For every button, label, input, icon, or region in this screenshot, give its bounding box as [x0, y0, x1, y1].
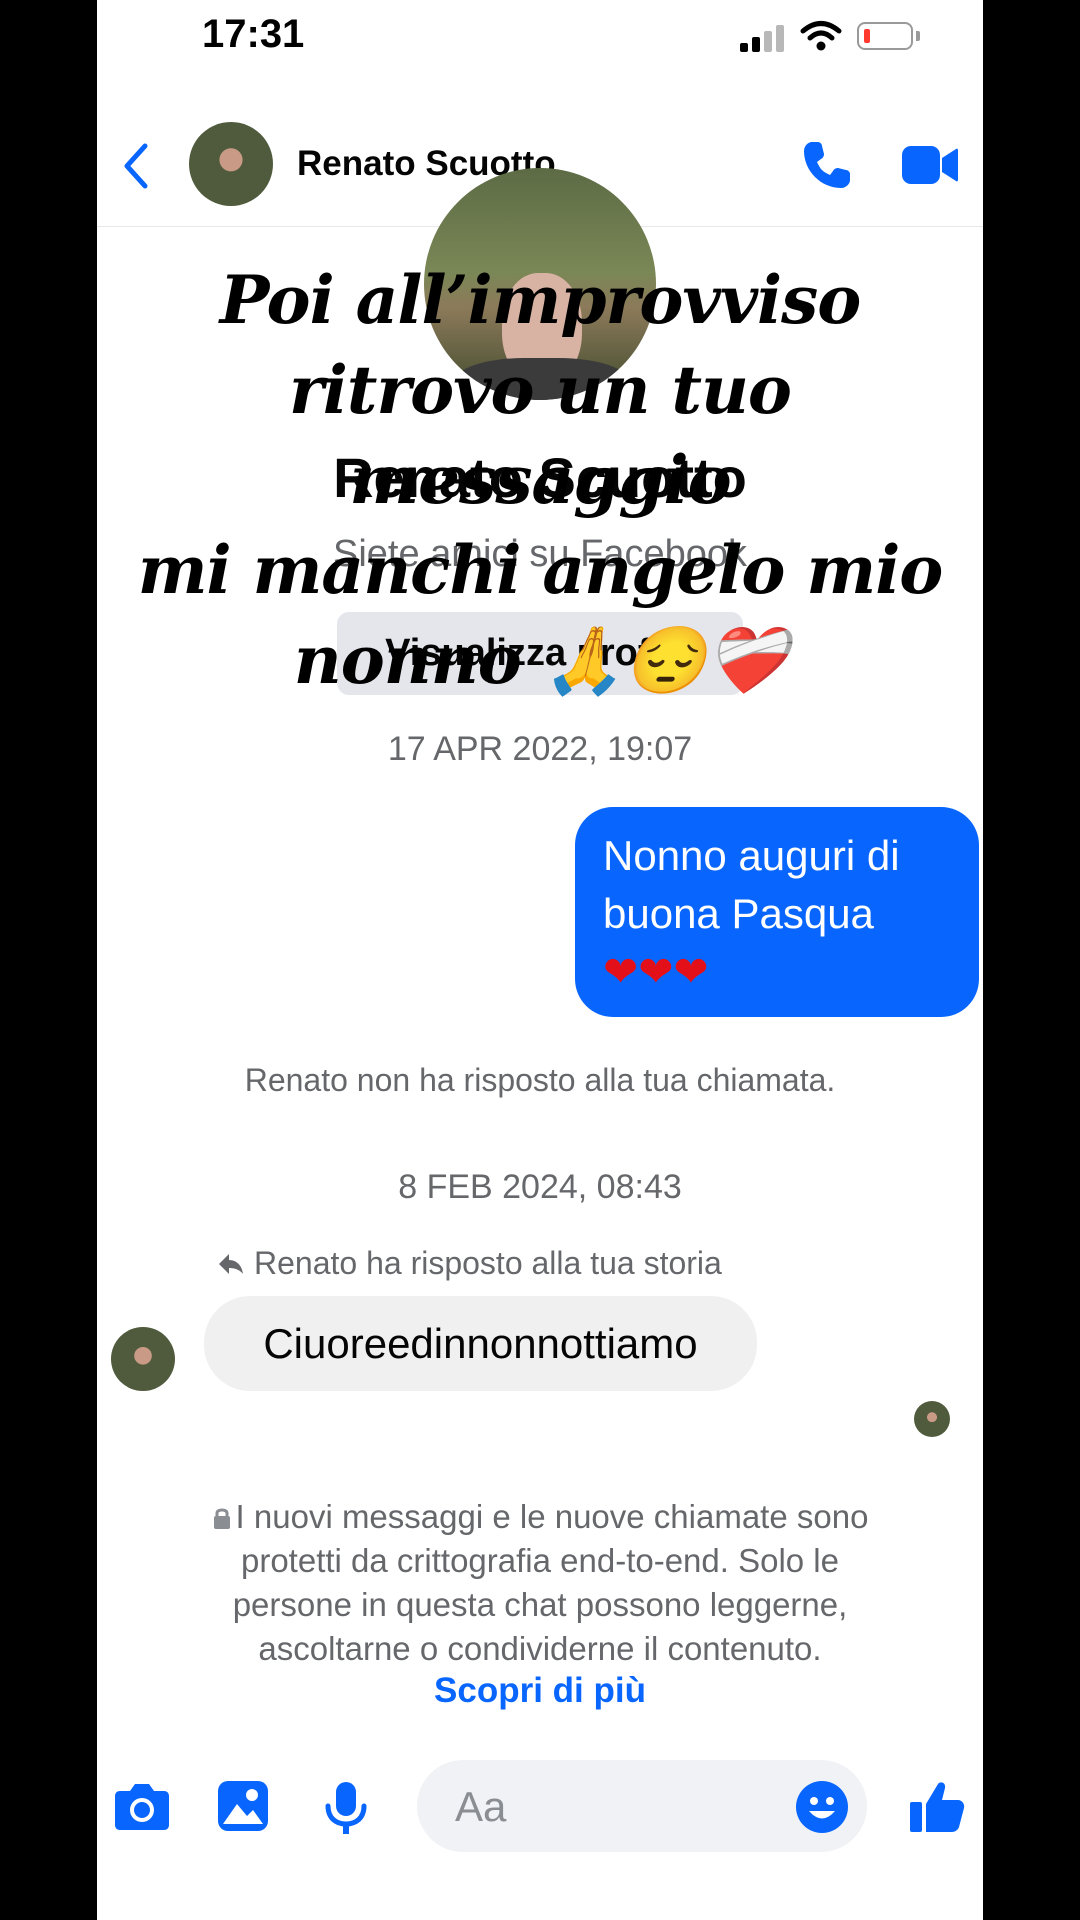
outgoing-message-bubble[interactable]: Nonno auguri di buona Pasqua ❤❤❤ [575, 807, 979, 1017]
battery-icon [857, 22, 913, 50]
message-timestamp: 17 APR 2022, 19:07 [387, 730, 693, 768]
incoming-message-bubble[interactable]: Ciuoreedinnonnottiamo [204, 1296, 757, 1391]
wifi-icon [800, 21, 842, 51]
sender-avatar[interactable] [111, 1327, 175, 1391]
screen: 17:31 Renato Scuotto Renato Scuotto Siet… [97, 0, 983, 1920]
hearts-emoji: ❤❤❤ [603, 948, 709, 995]
lock-icon [213, 1508, 230, 1529]
story-reply-note: Renato ha risposto alla tua storia [254, 1245, 722, 1282]
missed-call-notice: Renato non ha risposto alla tua chiamata… [244, 1062, 836, 1098]
back-chevron-icon[interactable] [121, 142, 153, 190]
message-text: buona Pasqua [603, 890, 874, 937]
notice-line: protetti da crittografia end-to-end. Sol… [240, 1542, 839, 1579]
reply-arrow-icon [219, 1254, 243, 1274]
notice-line: I nuovi messaggi e le nuove chiamate son… [235, 1498, 869, 1535]
caption-line: Poi all’improvviso [219, 261, 862, 339]
camera-icon[interactable] [114, 1781, 170, 1831]
message-timestamp: 8 FEB 2024, 08:43 [398, 1168, 682, 1206]
phone-icon[interactable] [800, 138, 854, 192]
message-text: Ciuoreedinnonnottiamo [263, 1319, 698, 1367]
caption-line: mi manchi angelo mio [137, 531, 944, 609]
status-time: 17:31 [202, 12, 305, 56]
message-composer[interactable] [417, 1760, 867, 1852]
signal-icon [740, 24, 786, 52]
notice-line: persone in questa chat possono leggerne, [232, 1586, 848, 1623]
seen-receipt-avatar [914, 1401, 950, 1437]
video-caption-overlay: Poi all’improvviso ritrovo un tuo messag… [97, 255, 983, 705]
notice-line: ascoltarne o condividerne il contenuto. [258, 1630, 822, 1667]
encryption-notice: I nuovi messaggi e le nuove chiamate son… [157, 1495, 923, 1671]
video-call-icon[interactable] [902, 144, 958, 186]
message-text: Nonno auguri di [603, 832, 900, 879]
story-reply-text: Renato ha risposto alla tua storia [254, 1245, 722, 1281]
microphone-icon[interactable] [324, 1780, 368, 1836]
message-input[interactable] [453, 1778, 757, 1836]
contact-avatar[interactable] [189, 122, 273, 206]
gallery-icon[interactable] [217, 1780, 269, 1832]
caption-line: ritrovo un tuo messaggio [289, 351, 792, 519]
caption-line: nonno 🙏😔❤️‍🩹 [293, 621, 788, 699]
like-icon[interactable] [909, 1780, 965, 1834]
emoji-icon[interactable] [795, 1780, 849, 1834]
learn-more-link[interactable]: Scopri di più [97, 1671, 983, 1711]
